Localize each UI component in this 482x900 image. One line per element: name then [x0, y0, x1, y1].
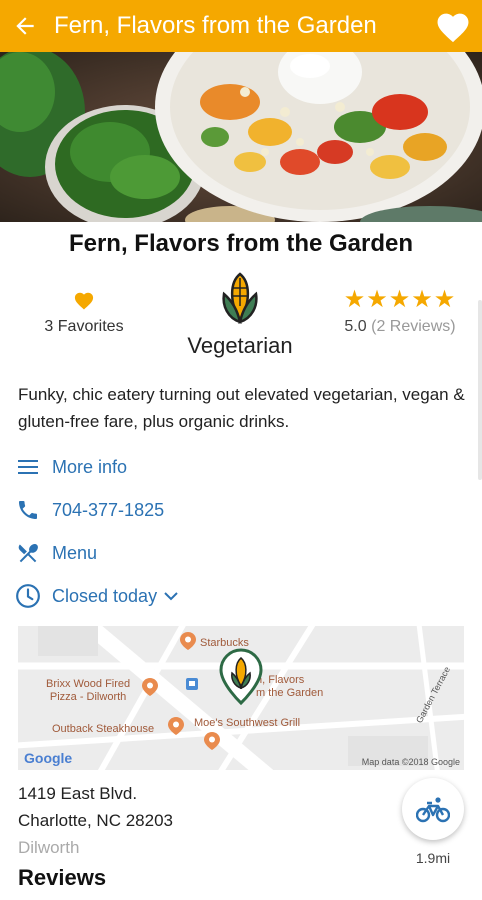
star-rating: ★★★★★ [343, 286, 457, 313]
address-block[interactable]: 1419 East Blvd. Charlotte, NC 28203 Dilw… [18, 780, 173, 861]
rating-score: 5.0 [344, 318, 367, 335]
fork-knife-icon [14, 539, 42, 567]
google-logo: Google [24, 750, 73, 766]
neighborhood: Dilworth [18, 838, 80, 857]
restaurant-name: Fern, Flavors from the Garden [68, 230, 414, 257]
reviews-heading: Reviews [18, 865, 107, 890]
brixx-pin-icon[interactable] [142, 678, 158, 696]
menu-link[interactable]: Menu [14, 537, 97, 569]
menu-label: Menu [52, 542, 98, 563]
reviews-count: (2 Reviews) [371, 318, 456, 335]
map-attribution: Map data ©2018 Google [361, 757, 460, 767]
restaurant-map-pin-icon[interactable] [218, 648, 264, 706]
favorite-button[interactable] [424, 0, 482, 52]
corn-icon [222, 272, 258, 324]
scrollbar[interactable] [478, 300, 482, 480]
directions-bike-button[interactable] [402, 778, 464, 840]
starbucks-pin-icon[interactable] [180, 632, 196, 650]
back-button[interactable] [2, 0, 48, 52]
app-bar: Fern, Flavors from the Garden [0, 0, 482, 52]
distance-label: 1.9mi [415, 850, 451, 866]
app-bar-title: Fern, Flavors from the Garden [54, 12, 377, 39]
transit-icon [186, 678, 198, 690]
stats-row: 3 Favorites Vegetarian ★★★★★ 5.0 (2 Revi… [0, 270, 482, 360]
menu-lines-icon [14, 453, 42, 481]
favorites-label: 3 Favorites [44, 318, 124, 335]
hero-image [0, 52, 482, 222]
moes-pin-icon[interactable] [204, 732, 220, 750]
category-label: Vegetarian [187, 333, 293, 358]
outback-pin-icon[interactable] [168, 717, 184, 735]
phone-link[interactable]: 704-377-1825 [14, 494, 164, 526]
favorites-count[interactable]: 3 Favorites [20, 290, 148, 336]
map-label-brixx: Brixx Wood Fired Pizza - Dilworth [46, 678, 131, 703]
address-line1: 1419 East Blvd. [18, 784, 138, 803]
bicycle-icon [416, 797, 450, 823]
category-badge: Vegetarian [170, 272, 310, 359]
more-info-label: More info [52, 456, 128, 477]
hours-label: Closed today [52, 585, 158, 606]
phone-icon [14, 496, 42, 524]
rating-summary[interactable]: ★★★★★ 5.0 (2 Reviews) [330, 288, 470, 336]
address-line2: Charlotte, NC 28203 [18, 811, 173, 830]
hours-dropdown[interactable]: Closed today [14, 580, 179, 612]
arrow-left-icon [16, 17, 34, 35]
heart-icon [437, 13, 469, 43]
clock-icon [14, 582, 42, 610]
more-info-link[interactable]: More info [14, 451, 127, 483]
heart-icon [74, 292, 94, 310]
location-map[interactable]: Starbucks Brixx Wood Fired Pizza - Dilwo… [18, 626, 464, 770]
phone-number: 704-377-1825 [52, 499, 165, 520]
map-label-moes: Moe's Southwest Grill [194, 717, 301, 729]
chevron-down-icon [163, 590, 179, 602]
map-label-fern: n, Flavors m the Garden [256, 674, 324, 699]
restaurant-description: Funky, chic eatery turning out elevated … [18, 385, 465, 431]
map-label-outback: Outback Steakhouse [52, 723, 155, 735]
